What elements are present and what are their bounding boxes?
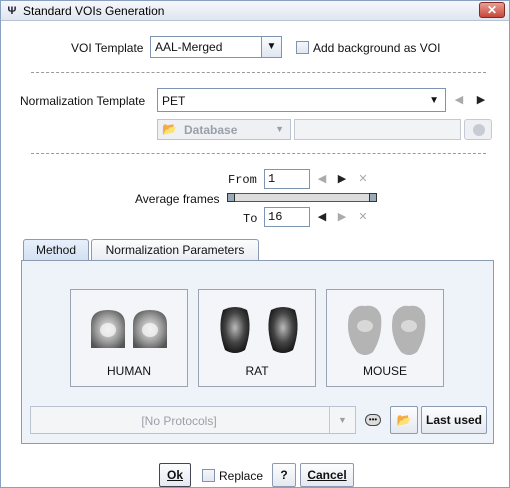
close-button[interactable]: ✕ <box>479 2 505 18</box>
voi-template-select[interactable]: AAL-Merged ▼ <box>150 36 282 58</box>
range-start-handle[interactable] <box>227 193 235 202</box>
method-card-human[interactable]: HUMAN <box>70 289 188 387</box>
method-label-mouse: MOUSE <box>362 364 407 378</box>
to-input[interactable]: 16 <box>264 207 310 227</box>
reset-from-icon[interactable]: ✕ <box>358 172 368 185</box>
tab-method[interactable]: Method <box>23 239 89 260</box>
folder-icon: 📂 <box>162 122 177 136</box>
ok-button[interactable]: Ok <box>159 463 191 487</box>
average-frames-label: Average frames <box>135 192 220 206</box>
next-arrow-icon[interactable]: ▶ <box>474 93 488 106</box>
add-background-checkbox[interactable] <box>296 41 309 54</box>
title-bar: Ψ Standard VOIs Generation ✕ <box>1 1 509 21</box>
from-label: From <box>228 173 257 187</box>
chevron-down-icon[interactable]: ▼ <box>429 95 439 106</box>
ellipsis-icon <box>473 124 485 136</box>
add-background-label: Add background as VOI <box>313 41 441 55</box>
chevron-down-icon[interactable]: ▼ <box>261 37 281 57</box>
window-title: Standard VOIs Generation <box>23 4 165 18</box>
range-end-handle[interactable] <box>369 193 377 202</box>
decrement-to-icon[interactable]: ◀ <box>317 210 327 223</box>
human-brain-icon <box>91 310 167 348</box>
frame-range-slider[interactable] <box>227 193 377 202</box>
decrement-from-icon[interactable]: ◀ <box>317 172 327 185</box>
method-label-rat: RAT <box>245 364 269 378</box>
from-value: 1 <box>268 172 276 186</box>
app-icon: Ψ <box>7 5 17 17</box>
last-used-button[interactable]: Last used <box>421 406 487 434</box>
previous-arrow-icon[interactable]: ◀ <box>452 93 466 106</box>
increment-from-icon[interactable]: ▶ <box>337 172 347 185</box>
method-card-rat[interactable]: RAT <box>198 289 316 387</box>
replace-checkbox[interactable] <box>202 469 215 482</box>
replace-label: Replace <box>219 469 264 483</box>
dialog-window: Ψ Standard VOIs Generation ✕ VOI Templat… <box>0 0 510 488</box>
normalization-template-value: PET <box>162 94 186 108</box>
protocols-value: [No Protocols] <box>141 414 217 428</box>
increment-to-icon[interactable]: ▶ <box>337 210 347 223</box>
more-options-button <box>464 119 492 140</box>
template-source-select: 📂 Database ▼ <box>157 119 291 140</box>
open-folder-button[interactable]: 📂 <box>390 406 418 434</box>
ellipsis-icon[interactable]: ••• <box>365 414 381 426</box>
separator-2 <box>31 153 486 154</box>
mouse-brain-icon <box>348 305 426 355</box>
rat-brain-icon <box>220 307 298 353</box>
voi-template-value: AAL-Merged <box>155 40 223 54</box>
normalization-template-select[interactable]: PET ▼ <box>157 88 446 112</box>
cancel-button[interactable]: Cancel <box>300 463 354 487</box>
tab-normalization-parameters[interactable]: Normalization Parameters <box>91 239 259 260</box>
template-path-field <box>294 119 461 140</box>
method-label-human: HUMAN <box>107 364 151 378</box>
to-value: 16 <box>268 210 283 224</box>
method-card-mouse[interactable]: MOUSE <box>326 289 444 387</box>
reset-to-icon[interactable]: ✕ <box>358 210 368 223</box>
separator-1 <box>31 72 486 73</box>
protocols-select: [No Protocols] ▼ <box>30 406 356 434</box>
chevron-down-icon: ▼ <box>329 407 355 433</box>
voi-template-label: VOI Template <box>71 41 144 55</box>
from-input[interactable]: 1 <box>264 169 310 189</box>
chevron-down-icon: ▼ <box>275 124 284 134</box>
to-label: To <box>243 212 258 226</box>
template-source-value: Database <box>184 123 238 137</box>
normalization-template-label: Normalization Template <box>20 94 146 108</box>
folder-open-icon: 📂 <box>396 413 412 427</box>
method-panel: HUMAN RAT MOUSE [No Protocols] ▼ ••• 📂 L… <box>21 260 494 444</box>
help-button[interactable]: ? <box>272 463 296 487</box>
